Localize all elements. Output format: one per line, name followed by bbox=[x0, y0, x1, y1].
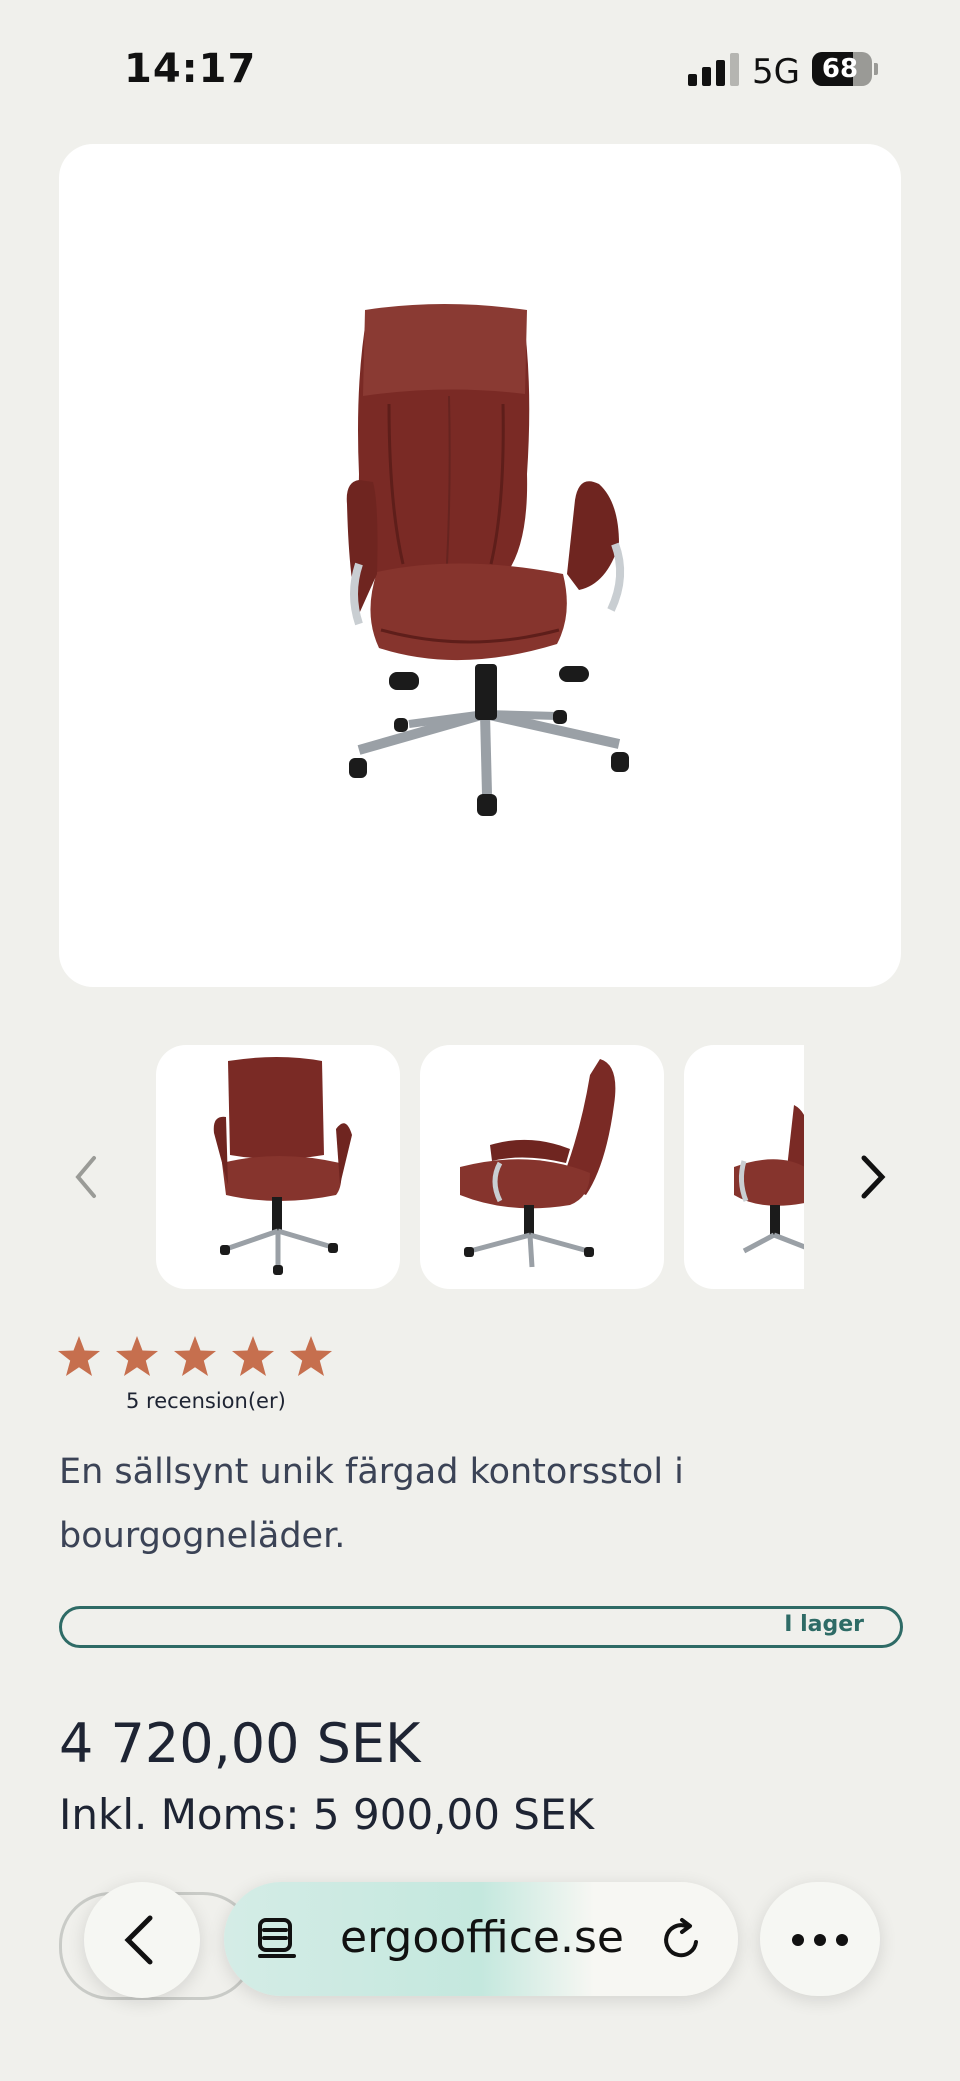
browser-more-button[interactable] bbox=[760, 1882, 880, 1996]
url-text: ergooffice.se bbox=[340, 1912, 624, 1963]
star-icon bbox=[230, 1334, 276, 1378]
star-icon bbox=[114, 1334, 160, 1378]
thumbnail-strip bbox=[156, 1045, 804, 1289]
thumbnail-three-quarter[interactable] bbox=[684, 1045, 804, 1289]
status-time: 14:17 bbox=[124, 46, 257, 92]
chevron-right-icon bbox=[861, 1155, 886, 1199]
gallery-next-button[interactable] bbox=[848, 1150, 896, 1204]
address-bar[interactable]: ergooffice.se bbox=[224, 1882, 738, 1996]
browser-back-button[interactable] bbox=[84, 1882, 200, 1998]
reload-icon bbox=[664, 1918, 698, 1958]
thumbnail-front[interactable] bbox=[156, 1045, 400, 1289]
battery-level: 68 bbox=[821, 54, 859, 84]
review-count[interactable]: 5 recension(er) bbox=[126, 1389, 286, 1413]
signal-icon bbox=[688, 52, 740, 86]
chevron-left-icon bbox=[75, 1156, 96, 1198]
product-price: 4 720,00 SEK bbox=[59, 1712, 421, 1775]
thumbnail-side[interactable] bbox=[420, 1045, 664, 1289]
stock-status-label: I lager bbox=[784, 1612, 864, 1637]
star-icon bbox=[172, 1334, 218, 1378]
gallery-prev-button[interactable] bbox=[64, 1150, 112, 1204]
more-icon bbox=[792, 1934, 804, 1946]
product-description: En sällsynt unik färgad kontorsstol i bo… bbox=[59, 1452, 684, 1556]
battery-icon: 68 bbox=[812, 52, 878, 86]
product-main-image[interactable] bbox=[59, 144, 901, 987]
status-bar: 14:17 5G 68 bbox=[0, 0, 960, 140]
stock-status-bar: I lager bbox=[59, 1606, 903, 1648]
network-type: 5G bbox=[752, 52, 800, 92]
page-menu-icon bbox=[258, 1918, 296, 1958]
chevron-left-icon bbox=[124, 1915, 153, 1965]
star-icon bbox=[288, 1334, 334, 1378]
star-icon bbox=[56, 1334, 102, 1378]
product-price-incl-vat: Inkl. Moms: 5 900,00 SEK bbox=[59, 1790, 595, 1839]
